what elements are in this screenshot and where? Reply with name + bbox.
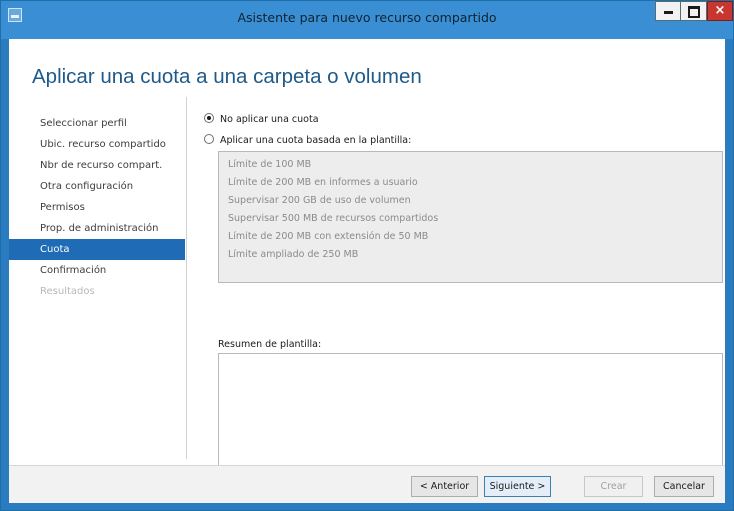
template-item: Límite de 200 MB con extensión de 50 MB	[228, 231, 429, 242]
maximize-button[interactable]	[681, 1, 707, 21]
wizard-step-nav: Seleccionar perfil Ubic. recurso compart…	[9, 113, 189, 302]
wizard-body: Aplicar una cuota a una carpeta o volume…	[9, 39, 725, 503]
cancel-button[interactable]: Cancelar	[654, 476, 714, 497]
nav-step-ubicacion[interactable]: Ubic. recurso compartido	[9, 134, 185, 155]
close-button[interactable]: ×	[707, 1, 733, 21]
minimize-button[interactable]	[655, 1, 681, 21]
maximize-icon	[687, 6, 700, 18]
template-listbox: Límite de 100 MB Límite de 200 MB en inf…	[218, 151, 723, 283]
nav-step-cuota[interactable]: Cuota	[9, 239, 185, 260]
minimize-icon	[663, 11, 673, 14]
no-quota-label: No aplicar una cuota	[220, 114, 319, 125]
nav-step-seleccionar-perfil[interactable]: Seleccionar perfil	[9, 113, 185, 134]
radio-no-quota[interactable]	[204, 113, 214, 123]
nav-step-confirmacion[interactable]: Confirmación	[9, 260, 185, 281]
back-button[interactable]: < Anterior	[411, 476, 478, 497]
nav-step-resultados: Resultados	[40, 286, 95, 297]
title-bar[interactable]: Asistente para nuevo recurso compartido …	[1, 1, 733, 39]
close-icon: ×	[714, 3, 726, 18]
template-item: Límite ampliado de 250 MB	[228, 249, 359, 260]
nav-step-nombre-recurso[interactable]: Nbr de recurso compart.	[9, 155, 185, 176]
template-quota-label: Aplicar una cuota basada en la plantilla…	[220, 135, 412, 146]
template-item: Límite de 200 MB en informes a usuario	[228, 177, 418, 188]
nav-step-permisos[interactable]: Permisos	[9, 197, 185, 218]
template-quota-option[interactable]: Aplicar una cuota basada en la plantilla…	[204, 134, 411, 150]
nav-step-otra-configuracion[interactable]: Otra configuración	[9, 176, 185, 197]
wizard-window: Asistente para nuevo recurso compartido …	[0, 0, 734, 511]
template-item: Supervisar 500 MB de recursos compartido…	[228, 213, 439, 224]
page-title: Aplicar una cuota a una carpeta o volume…	[32, 65, 422, 88]
template-item: Supervisar 200 GB de uso de volumen	[228, 195, 411, 206]
radio-template-quota[interactable]	[204, 134, 214, 144]
nav-divider	[186, 97, 187, 459]
wizard-footer: < Anterior Siguiente > Crear Cancelar	[9, 465, 725, 503]
create-button: Crear	[584, 476, 643, 497]
template-item: Límite de 100 MB	[228, 159, 312, 170]
nav-step-prop-administracion[interactable]: Prop. de administración	[9, 218, 185, 239]
window-title: Asistente para nuevo recurso compartido	[237, 10, 497, 25]
next-button[interactable]: Siguiente >	[484, 476, 551, 497]
no-quota-option[interactable]: No aplicar una cuota	[204, 113, 319, 129]
template-summary-label: Resumen de plantilla:	[218, 339, 322, 350]
